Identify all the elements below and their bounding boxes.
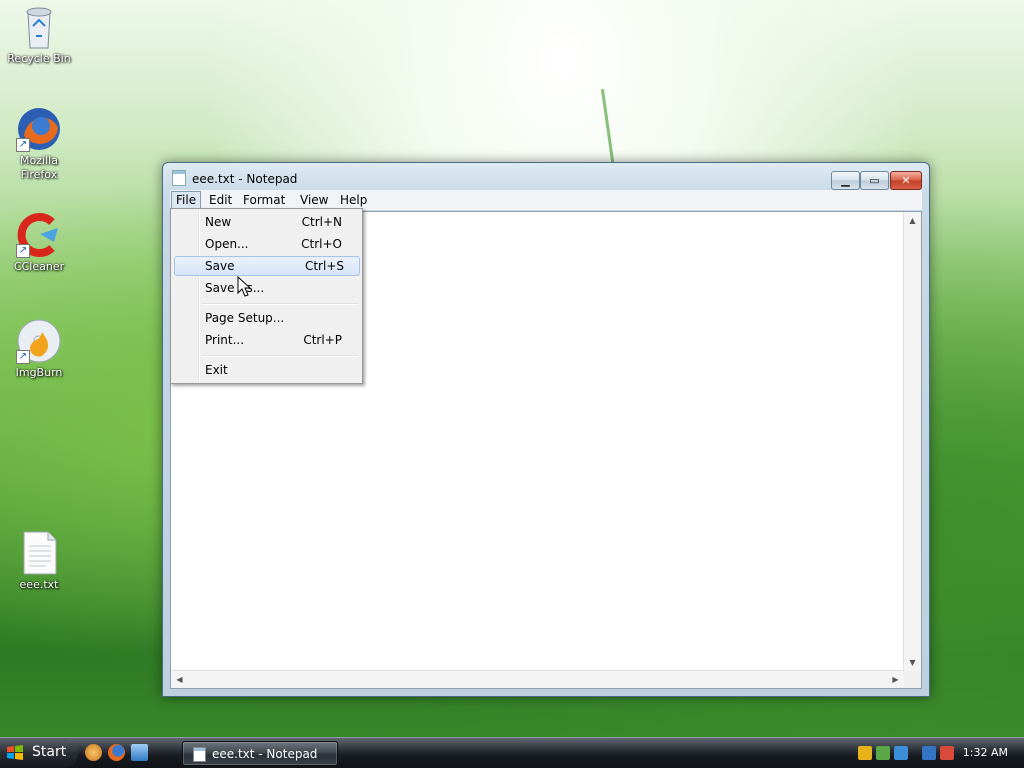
firefox-icon: ↗ — [16, 106, 62, 152]
recycle-bin-icon — [16, 4, 62, 50]
menu-item-label: Save As... — [205, 281, 265, 295]
notepad-icon — [193, 747, 206, 762]
taskbar-button-notepad[interactable]: eee.txt - Notepad — [182, 741, 338, 766]
window-title: eee.txt - Notepad — [192, 172, 298, 186]
menu-item-save-as[interactable]: Save As... — [174, 278, 358, 298]
maximize-button[interactable]: ▭ — [860, 171, 889, 190]
taskbar: Start eee.txt - Notepad 1:32 AM — [0, 737, 1024, 768]
close-button[interactable]: ✕ — [890, 171, 922, 190]
menu-item-page-setup[interactable]: Page Setup... — [174, 308, 358, 328]
menu-item-shortcut: Ctrl+S — [304, 259, 344, 273]
desktop-icon-label: Recycle Bin — [7, 52, 71, 65]
menu-item-label: Save — [205, 259, 235, 273]
maximize-icon: ▭ — [869, 174, 880, 187]
desktop-icon-label: CCleaner — [13, 260, 65, 273]
desktop-icon-eee-txt[interactable]: eee.txt — [1, 530, 77, 592]
file-menu-dropdown: New Ctrl+N Open... Ctrl+O Save Ctrl+S Sa… — [170, 208, 363, 384]
resize-grip-icon[interactable] — [904, 671, 921, 688]
vertical-scrollbar[interactable]: ▲ ▼ — [903, 212, 921, 671]
quicklaunch-media-icon[interactable] — [85, 744, 102, 761]
menu-separator — [202, 355, 358, 357]
menu-item-open[interactable]: Open... Ctrl+O — [174, 234, 358, 254]
notepad-icon — [172, 170, 186, 186]
title-bar[interactable]: eee.txt - Notepad ▁ ▭ ✕ — [163, 163, 929, 190]
network-icon[interactable] — [922, 746, 936, 760]
volume-muted-icon[interactable] — [940, 746, 954, 760]
network-status-icon[interactable] — [876, 746, 890, 760]
menu-item-label: Exit — [205, 363, 228, 377]
desktop-icon-label: ImgBurn — [15, 366, 63, 379]
windows-logo-icon — [7, 745, 23, 760]
quicklaunch-show-desktop-icon[interactable] — [131, 744, 148, 761]
windows-update-icon[interactable] — [894, 746, 908, 760]
desktop-icon-firefox[interactable]: ↗ Mozilla Firefox — [1, 106, 77, 182]
menu-item-shortcut: Ctrl+N — [301, 215, 342, 229]
security-shield-icon[interactable] — [858, 746, 872, 760]
taskbar-button-label: eee.txt - Notepad — [212, 747, 318, 761]
scroll-up-icon[interactable]: ▲ — [904, 212, 921, 229]
menu-view[interactable]: View — [296, 192, 332, 208]
desktop-icon-imgburn[interactable]: ↗ ImgBurn — [1, 318, 77, 380]
system-clock[interactable]: 1:32 AM — [963, 746, 1008, 759]
menu-item-new[interactable]: New Ctrl+N — [174, 212, 358, 232]
desktop-icon-recycle-bin[interactable]: Recycle Bin — [1, 4, 77, 66]
scroll-right-icon[interactable]: ▶ — [887, 671, 904, 688]
menu-item-save[interactable]: Save Ctrl+S — [174, 256, 360, 276]
shortcut-arrow-icon: ↗ — [16, 138, 30, 152]
scroll-left-icon[interactable]: ◀ — [171, 671, 188, 688]
minimize-icon: ▁ — [841, 174, 850, 187]
menu-item-label: Open... — [205, 237, 249, 251]
menu-item-label: Print... — [205, 333, 245, 347]
menu-item-print[interactable]: Print... Ctrl+P — [174, 330, 358, 350]
menu-help[interactable]: Help — [336, 192, 371, 208]
start-label: Start — [32, 744, 67, 760]
menu-item-shortcut: Ctrl+P — [303, 333, 342, 347]
desktop-icon-label: eee.txt — [19, 578, 59, 591]
start-button[interactable]: Start — [0, 738, 78, 768]
mouse-cursor-icon — [237, 276, 252, 297]
close-icon: ✕ — [901, 174, 911, 187]
menu-item-label: New — [205, 215, 232, 229]
desktop-icon-label: Mozilla Firefox — [20, 154, 58, 181]
shortcut-arrow-icon: ↗ — [16, 244, 30, 258]
text-file-icon — [16, 530, 62, 576]
ccleaner-icon: ↗ — [16, 212, 62, 258]
menu-item-shortcut: Ctrl+O — [301, 237, 342, 251]
menu-item-label: Page Setup... — [205, 311, 285, 325]
minimize-button[interactable]: ▁ — [831, 171, 860, 190]
shortcut-arrow-icon: ↗ — [16, 350, 30, 364]
menu-format[interactable]: Format — [239, 192, 289, 208]
menu-separator — [202, 303, 358, 305]
menu-file[interactable]: File — [171, 191, 202, 209]
imgburn-icon: ↗ — [16, 318, 62, 364]
menu-bar: File Edit Format View Help — [170, 190, 922, 210]
scroll-down-icon[interactable]: ▼ — [904, 654, 921, 671]
desktop-icon-ccleaner[interactable]: ↗ CCleaner — [1, 212, 77, 274]
quicklaunch-firefox-icon[interactable] — [108, 744, 125, 761]
horizontal-scrollbar[interactable]: ◀ ▶ — [171, 670, 904, 688]
menu-edit[interactable]: Edit — [205, 192, 236, 208]
menu-item-exit[interactable]: Exit — [174, 360, 358, 380]
